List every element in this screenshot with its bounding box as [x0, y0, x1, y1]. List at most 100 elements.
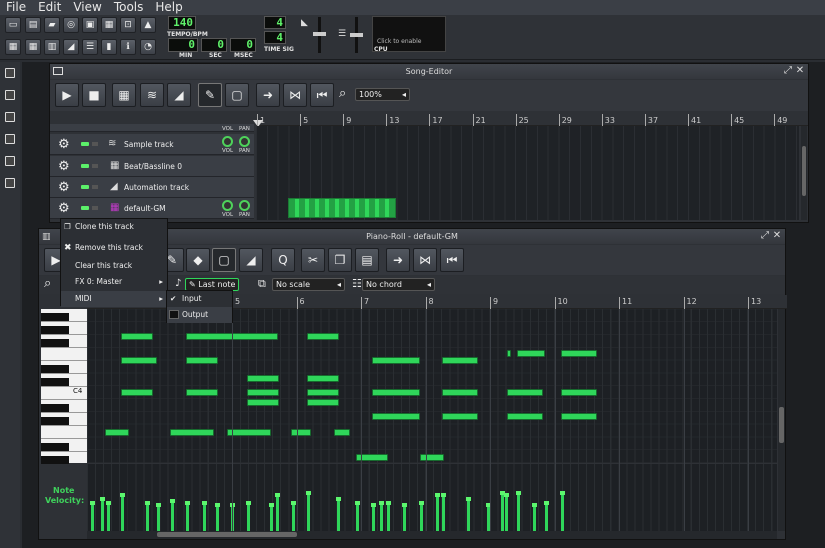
- velocity-bar[interactable]: [387, 501, 390, 531]
- velocity-handle[interactable]: [306, 491, 311, 495]
- black-key[interactable]: [41, 443, 69, 451]
- velocity-bar[interactable]: [337, 497, 340, 531]
- note[interactable]: [291, 429, 311, 436]
- velocity-bar[interactable]: [107, 501, 110, 531]
- draw-mode-button[interactable]: ✎: [198, 83, 222, 107]
- velocity-handle[interactable]: [504, 493, 509, 497]
- close-icon[interactable]: ✕: [794, 65, 806, 77]
- black-key[interactable]: [41, 404, 69, 412]
- stop-behaviour-button[interactable]: ⏮: [310, 83, 334, 107]
- automation-editor-icon[interactable]: ◢: [63, 39, 79, 55]
- stop-button[interactable]: ■: [82, 83, 106, 107]
- black-key[interactable]: [41, 417, 69, 425]
- cut-button[interactable]: ✂: [301, 248, 325, 272]
- edit-mode-button[interactable]: ▢: [225, 83, 249, 107]
- track-row-beat-bassline[interactable]: ⚙ ▦ Beat/Bassline 0: [50, 156, 254, 177]
- metronome-icon[interactable]: ▲: [140, 17, 156, 33]
- velocity-bar[interactable]: [146, 501, 149, 531]
- play-button[interactable]: ▶: [55, 83, 79, 107]
- note[interactable]: [507, 350, 511, 357]
- beat-bassline-editor-icon[interactable]: ▦: [25, 39, 41, 55]
- velocity-handle[interactable]: [379, 501, 384, 505]
- piano-roll-vscrollbar[interactable]: [778, 309, 785, 531]
- open-project-icon[interactable]: ▰: [44, 17, 60, 33]
- samples-icon[interactable]: [5, 112, 15, 122]
- velocity-bar[interactable]: [356, 501, 359, 531]
- solo-led[interactable]: [92, 206, 98, 210]
- note[interactable]: [442, 357, 478, 364]
- track-row-automation[interactable]: ⚙ ◢ Automation track: [50, 177, 254, 198]
- velocity-handle[interactable]: [441, 493, 446, 497]
- piano-roll-icon[interactable]: ▥: [44, 39, 60, 55]
- note[interactable]: [334, 429, 350, 436]
- track-name-default-gm[interactable]: default-GM: [124, 204, 166, 213]
- menu-clone-track[interactable]: ❐ Clone this track: [61, 219, 167, 235]
- maximize-icon[interactable]: ⤢: [759, 230, 771, 242]
- instrument-plugins-icon[interactable]: [5, 68, 15, 78]
- note[interactable]: [507, 389, 543, 396]
- menu-edit[interactable]: Edit: [32, 0, 67, 15]
- velocity-handle[interactable]: [386, 501, 391, 505]
- black-key[interactable]: [41, 339, 69, 347]
- black-key[interactable]: [41, 326, 69, 334]
- velocity-bar[interactable]: [292, 501, 295, 531]
- black-key[interactable]: [41, 313, 69, 321]
- velocity-bar[interactable]: [517, 491, 520, 531]
- note[interactable]: [517, 350, 545, 357]
- note[interactable]: [372, 389, 420, 396]
- erase-mode-button[interactable]: ◆: [186, 248, 210, 272]
- master-volume-handle[interactable]: [313, 32, 326, 36]
- velocity-bar[interactable]: [436, 493, 439, 531]
- note-grid[interactable]: [87, 309, 777, 463]
- velocity-bar[interactable]: [171, 499, 174, 531]
- note[interactable]: [442, 389, 478, 396]
- menu-view[interactable]: View: [67, 0, 107, 15]
- copy-button[interactable]: ❐: [328, 248, 352, 272]
- velocity-bar[interactable]: [186, 501, 189, 531]
- velocity-handle[interactable]: [215, 503, 220, 507]
- note[interactable]: [420, 454, 444, 461]
- computer-icon[interactable]: [5, 178, 15, 188]
- midi-input-item[interactable]: ✔ Input: [167, 291, 232, 307]
- home-folder-icon[interactable]: [5, 156, 15, 166]
- select-mode-button[interactable]: ▢: [212, 248, 236, 272]
- velocity-handle[interactable]: [419, 501, 424, 505]
- song-scrollbar-handle[interactable]: [802, 146, 806, 196]
- menu-midi[interactable]: MIDI ▸: [61, 291, 167, 307]
- pan-knob[interactable]: [239, 136, 250, 147]
- track-name-beat-bassline[interactable]: Beat/Bassline 0: [124, 162, 182, 171]
- velocity-bar[interactable]: [372, 503, 375, 531]
- gear-icon[interactable]: ⚙: [58, 201, 70, 216]
- velocity-handle[interactable]: [106, 501, 111, 505]
- mute-led[interactable]: [81, 164, 89, 168]
- quantize-button[interactable]: Q: [271, 248, 295, 272]
- note[interactable]: [227, 429, 271, 436]
- add-automation-track-button[interactable]: ◢: [167, 83, 191, 107]
- note[interactable]: [561, 413, 597, 420]
- note[interactable]: [372, 357, 420, 364]
- gear-icon[interactable]: ⚙: [58, 137, 70, 152]
- velocity-bar[interactable]: [501, 491, 504, 531]
- velocity-handle[interactable]: [246, 501, 251, 505]
- black-key[interactable]: [41, 365, 69, 373]
- note[interactable]: [170, 429, 214, 436]
- note[interactable]: [247, 375, 279, 382]
- vscrollbar-handle[interactable]: [779, 407, 784, 443]
- velocity-bar[interactable]: [420, 501, 423, 531]
- velocity-handle[interactable]: [402, 503, 407, 507]
- solo-led[interactable]: [92, 185, 98, 189]
- black-key[interactable]: [41, 378, 69, 386]
- gear-icon[interactable]: ⚙: [58, 159, 70, 174]
- velocity-bar[interactable]: [533, 503, 536, 531]
- velocity-handle[interactable]: [275, 493, 280, 497]
- detune-mode-button[interactable]: ◢: [239, 248, 263, 272]
- velocity-bar[interactable]: [91, 501, 94, 531]
- velocity-handle[interactable]: [170, 499, 175, 503]
- note[interactable]: [247, 399, 279, 406]
- velocity-bar[interactable]: [203, 501, 206, 531]
- add-bb-track-button[interactable]: ▦: [112, 83, 136, 107]
- master-pitch-handle[interactable]: [350, 33, 363, 37]
- note[interactable]: [372, 413, 420, 420]
- note[interactable]: [247, 389, 279, 396]
- mute-led[interactable]: [81, 206, 89, 210]
